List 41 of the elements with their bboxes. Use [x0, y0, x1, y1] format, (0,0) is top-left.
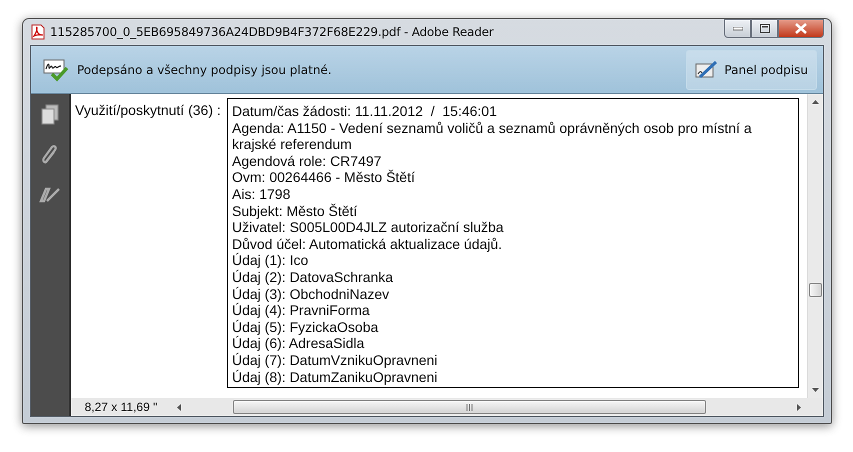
- text-line: Údaj (8): DatumZanikuOpravneni: [232, 368, 438, 386]
- pen-icon: [39, 186, 61, 204]
- maximize-button[interactable]: [751, 19, 778, 38]
- text-line: Údaj (4): PravniForma: [232, 302, 371, 319]
- text-line: Datum/čas žádosti: 11.11.2012 / 15:46:01: [232, 103, 498, 120]
- close-icon: [794, 23, 808, 34]
- window-title: 115285700_0_5EB695849736A24DBD9B4F372F68E229.pdf - Adobe Reader: [50, 25, 494, 39]
- up-arrow-icon: [812, 100, 819, 104]
- text-field[interactable]: [227, 98, 799, 388]
- text-line: Subjekt: Město Štětí: [232, 202, 358, 220]
- text-line: Agenda: A1150 - Vedení seznamů voličů a seznamů oprávněných osob pro místní a krajské referendum: [232, 120, 753, 153]
- pen-icon: [695, 60, 720, 80]
- text-line: Důvod účel: Automatická aktualizace údajů.: [232, 236, 504, 252]
- text-line: Údaj (2): DatovaSchranka: [232, 268, 394, 286]
- signature-panel-button[interactable]: Panel podpisu: [686, 50, 817, 90]
- text-line: Údaj (3): ObchodniNazev: [232, 286, 390, 302]
- minimize-button[interactable]: [724, 19, 751, 38]
- pdf-file-icon: [30, 24, 46, 40]
- vertical-scrollbar[interactable]: [807, 94, 823, 398]
- field-label: Využití/poskytnutí (36) :: [75, 102, 222, 118]
- text-line: Ovm: 00264466 - Město Štětí: [232, 169, 416, 186]
- text-line: Údaj (5): FyzickaOsoba: [232, 318, 380, 336]
- text-line: Údaj (7): DatumVznikuOpravneni: [232, 352, 438, 368]
- scrollbar-thumb[interactable]: [809, 283, 822, 297]
- text-line: Uživatel: S005L00D4JLZ autorizační služba: [232, 219, 505, 236]
- close-button[interactable]: [778, 19, 824, 38]
- text-line: Údaj (1): Ico: [232, 252, 310, 269]
- minimize-icon: [732, 26, 742, 30]
- grip-icon: [466, 404, 473, 410]
- pages-icon: [40, 104, 60, 126]
- text-line: Údaj (6): AdresaSidla: [232, 335, 366, 352]
- signature-status-text: Podepsáno a všechny podpisy jsou platné.: [77, 62, 332, 76]
- maximize-icon: [760, 24, 770, 33]
- left-arrow-icon: [177, 404, 181, 410]
- scrollbar-thumb[interactable]: [233, 400, 706, 414]
- text-line: Agendová role: CR7497: [232, 152, 382, 170]
- down-arrow-icon: [812, 388, 819, 392]
- page-size-text: 8,27 x 11,69 ": [84, 400, 158, 414]
- signature-check-icon: [43, 58, 69, 82]
- right-arrow-icon: [797, 404, 801, 410]
- text-line: Ais: 1798: [232, 186, 292, 203]
